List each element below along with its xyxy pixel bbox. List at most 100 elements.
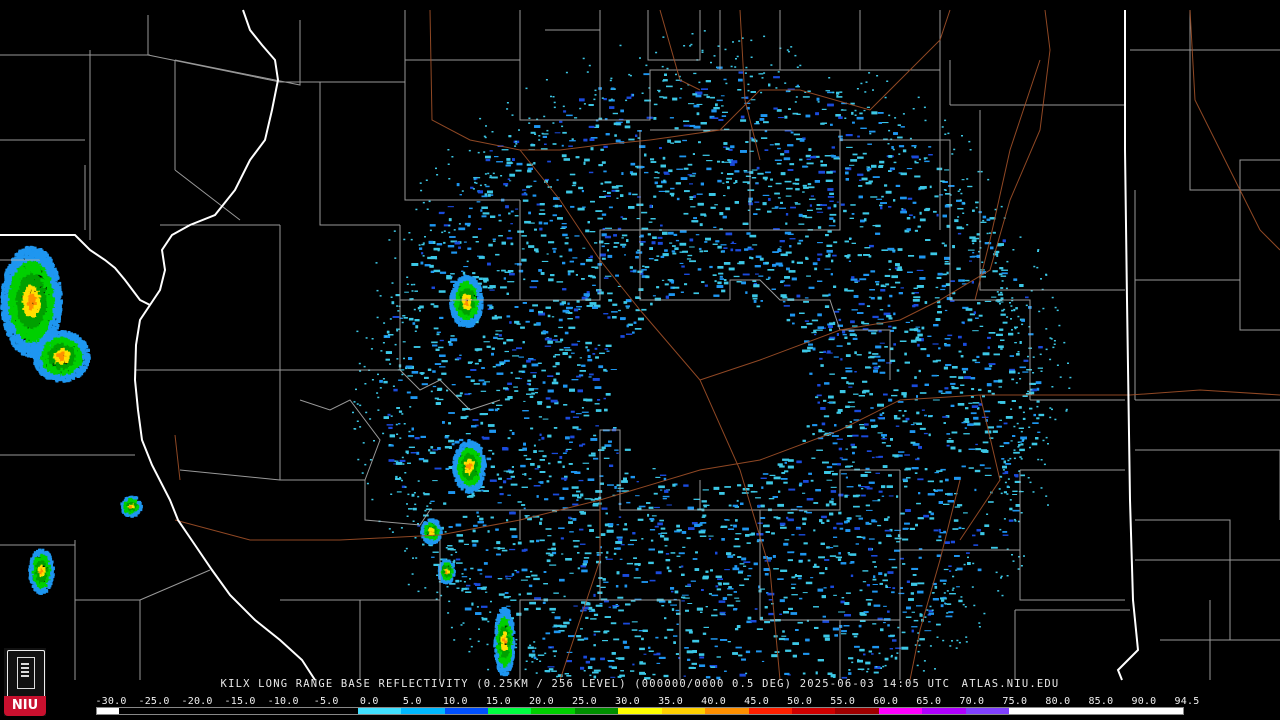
- echo-pixel: [439, 366, 446, 368]
- echo-pixel: [888, 317, 893, 320]
- echo-pixel: [806, 162, 814, 165]
- echo-pixel: [827, 402, 833, 404]
- echo-pixel: [1019, 366, 1026, 369]
- echo-pixel: [581, 190, 584, 193]
- echo-pixel: [398, 423, 401, 425]
- echo-pixel: [599, 352, 605, 354]
- echo-pixel: [533, 388, 539, 390]
- echo-pixel: [749, 75, 753, 78]
- echo-pixel: [503, 387, 508, 390]
- echo-pixel: [973, 544, 979, 546]
- echo-pixel: [820, 407, 826, 410]
- echo-pixel: [871, 555, 878, 557]
- echo-pixel: [911, 611, 915, 613]
- echo-pixel: [556, 281, 564, 283]
- echo-pixel: [850, 320, 855, 324]
- echo-pixel: [461, 589, 464, 592]
- echo-pixel: [958, 599, 963, 603]
- echo-pixel: [909, 527, 915, 530]
- echo-pixel: [895, 263, 900, 267]
- echo-pixel: [916, 269, 924, 271]
- echo-pixel: [780, 281, 784, 283]
- echo-pixel: [446, 389, 449, 392]
- echo-pixel: [448, 422, 451, 425]
- echo-pixel: [941, 242, 945, 245]
- echo-pixel: [772, 555, 776, 558]
- echo-pixel: [822, 294, 829, 297]
- echo-pixel: [593, 434, 597, 437]
- echo-pixel: [436, 331, 441, 333]
- echo-pixel: [583, 560, 588, 564]
- echo-pixel: [917, 225, 921, 228]
- echo-pixel: [656, 662, 661, 664]
- echo-pixel: [469, 207, 473, 210]
- echo-pixel: [641, 268, 647, 271]
- echo-pixel: [788, 108, 791, 110]
- echo-pixel: [650, 218, 656, 220]
- echo-pixel: [725, 207, 731, 211]
- echo-pixel: [417, 525, 420, 527]
- echo-pixel: [935, 286, 939, 289]
- echo-pixel: [438, 346, 444, 349]
- echo-pixel: [783, 157, 791, 161]
- echo-pixel: [542, 381, 546, 384]
- echo-pixel: [601, 257, 606, 260]
- echo-pixel: [495, 253, 500, 256]
- echo-pixel: [724, 486, 731, 488]
- echo-pixel: [510, 483, 518, 486]
- echo-pixel: [813, 529, 816, 532]
- echo-pixel: [465, 591, 472, 593]
- echo-pixel: [735, 628, 739, 631]
- echo-pixel: [823, 634, 830, 638]
- echo-pixel: [605, 512, 608, 515]
- echo-pixel: [897, 136, 903, 139]
- echo-pixel: [607, 191, 611, 194]
- echo-pixel: [940, 180, 945, 182]
- echo-pixel: [572, 181, 577, 185]
- echo-pixel: [492, 366, 496, 368]
- echo-pixel: [1020, 443, 1024, 446]
- echo-pixel: [463, 266, 469, 268]
- echo-pixel: [763, 121, 769, 124]
- echo-pixel: [894, 455, 899, 458]
- echo-pixel: [481, 206, 488, 209]
- echo-pixel: [724, 569, 730, 571]
- echo-pixel: [779, 465, 785, 468]
- echo-pixel: [521, 549, 526, 552]
- echo-pixel: [641, 538, 644, 540]
- echo-pixel: [522, 189, 527, 191]
- echo-pixel: [607, 254, 613, 258]
- echo-pixel: [849, 237, 852, 240]
- echo-pixel: [1000, 348, 1003, 350]
- echo-pixel: [595, 425, 599, 427]
- echo-pixel: [498, 334, 502, 337]
- echo-pixel: [886, 362, 892, 364]
- echo-pixel: [1000, 275, 1007, 277]
- echo-pixel: [742, 527, 749, 531]
- echo-pixel: [651, 515, 657, 517]
- echo-pixel: [911, 155, 919, 159]
- echo-pixel: [525, 458, 532, 460]
- echo-pixel: [395, 478, 401, 480]
- echo-pixel: [972, 359, 977, 362]
- echo-pixel: [833, 356, 839, 358]
- echo-pixel: [546, 253, 549, 255]
- echo-pixel: [666, 504, 672, 506]
- echo-pixel: [711, 109, 717, 113]
- echo-pixel: [614, 134, 617, 137]
- echo-pixel: [996, 333, 1003, 336]
- echo-pixel: [847, 552, 850, 554]
- echo-pixel: [578, 186, 584, 190]
- echo-pixel: [743, 561, 751, 563]
- echo-pixel: [673, 641, 676, 644]
- echo-pixel: [463, 241, 467, 243]
- echo-pixel: [660, 489, 663, 491]
- echo-pixel: [897, 401, 904, 403]
- echo-pixel: [932, 343, 939, 345]
- echo-pixel: [971, 405, 979, 408]
- echo-pixel: [731, 160, 738, 164]
- echo-pixel: [639, 673, 646, 675]
- echo-pixel: [593, 633, 596, 636]
- echo-pixel: [964, 376, 971, 379]
- echo-pixel: [967, 423, 974, 426]
